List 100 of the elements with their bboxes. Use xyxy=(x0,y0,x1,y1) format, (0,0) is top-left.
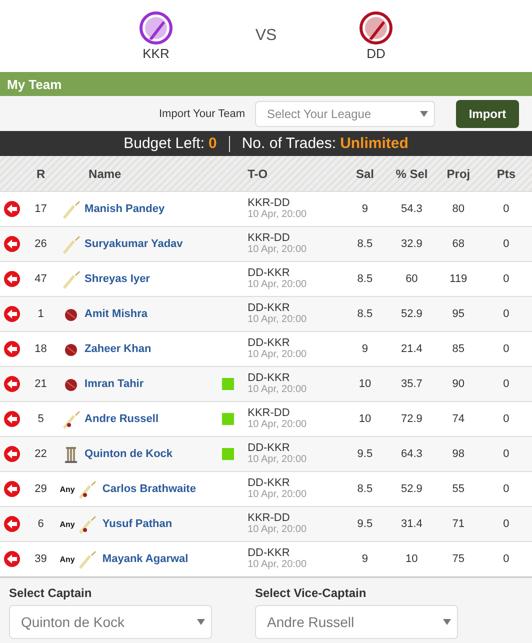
remove-icon[interactable] xyxy=(3,410,21,428)
column-header: Proj xyxy=(446,166,470,180)
selected-percent-cell: 52.9 xyxy=(400,308,422,320)
import-button[interactable]: Import xyxy=(456,100,519,128)
selected-percent-cell: 64.3 xyxy=(400,448,422,460)
column-header: Sal xyxy=(356,166,374,180)
match-time: 10 Apr, 20:00 xyxy=(248,419,308,431)
salary-cell: 8.5 xyxy=(357,483,373,495)
import-label: Import Your Team xyxy=(158,108,245,120)
player-link[interactable]: Andre Russell xyxy=(84,413,158,425)
selected-percent-cell: 35.7 xyxy=(400,378,422,390)
selected-percent-cell: 54.3 xyxy=(400,203,422,215)
rank-cell: 22 xyxy=(34,448,47,460)
rank-cell: 6 xyxy=(38,518,44,530)
salary-cell: 9 xyxy=(362,203,368,215)
points-cell: 0 xyxy=(503,378,510,390)
column-header: T-O xyxy=(248,168,269,180)
points-cell: 0 xyxy=(503,273,510,285)
projected-cell: 119 xyxy=(450,273,468,285)
trades-value: Unlimited xyxy=(340,135,408,152)
salary-cell: 8.5 xyxy=(357,273,373,285)
match-time: 10 Apr, 20:00 xyxy=(248,454,308,466)
match-text: DD-KKR xyxy=(248,372,291,384)
points-cell: 0 xyxy=(503,413,510,425)
remove-icon[interactable] xyxy=(3,305,21,323)
player-link[interactable]: Amit Mishra xyxy=(84,308,148,320)
player-link[interactable]: Yusuf Pathan xyxy=(102,518,172,530)
salary-cell: 9 xyxy=(362,553,368,565)
selected-percent-cell: 21.4 xyxy=(400,343,422,355)
points-cell: 0 xyxy=(503,238,510,250)
any-label: Any xyxy=(60,554,75,564)
match-text: DD-KKR xyxy=(248,442,291,454)
salary-cell: 8.5 xyxy=(357,238,373,250)
player-dropdown[interactable]: Andre Russell xyxy=(255,605,458,639)
dropdown-value: Quinton de Kock xyxy=(21,614,125,630)
player-link[interactable]: Manish Pandey xyxy=(84,203,165,215)
salary-cell: 8.5 xyxy=(357,308,373,320)
remove-icon[interactable] xyxy=(3,550,21,568)
player-link[interactable]: Shreyas Iyer xyxy=(84,273,150,285)
team-name: DD xyxy=(366,46,386,61)
caret-icon xyxy=(443,619,451,625)
match-time: 10 Apr, 20:00 xyxy=(248,384,308,396)
budget-label: Budget Left: xyxy=(124,135,204,152)
any-label: Any xyxy=(60,520,75,528)
player-link[interactable]: Carlos Brathwaite xyxy=(102,483,196,495)
match-time: 10 Apr, 20:00 xyxy=(248,524,308,536)
remove-icon[interactable] xyxy=(3,235,21,253)
caret-icon xyxy=(420,110,428,116)
match-text: DD-KKR xyxy=(248,547,291,559)
column-header: Name xyxy=(88,166,122,180)
vs-label: VS xyxy=(254,27,278,45)
projected-cell: 55 xyxy=(452,483,465,495)
remove-icon[interactable] xyxy=(3,200,21,218)
league-dropdown[interactable]: Select Your League xyxy=(255,100,435,126)
projected-cell: 80 xyxy=(452,203,465,215)
match-text: DD-KKR xyxy=(248,337,291,349)
field-label: Select Captain xyxy=(9,586,93,600)
points-cell: 0 xyxy=(503,483,510,495)
selected-percent-cell: 52.9 xyxy=(400,483,422,495)
match-text: DD-KKR xyxy=(248,477,291,489)
salary-cell: 10 xyxy=(358,378,372,390)
player-dropdown[interactable]: Quinton de Kock xyxy=(9,605,212,639)
selected-percent-cell: 31.4 xyxy=(400,518,422,530)
remove-icon[interactable] xyxy=(3,445,21,463)
player-link[interactable]: Zaheer Khan xyxy=(84,343,152,355)
match-time: 10 Apr, 20:00 xyxy=(248,209,308,221)
salary-cell: 9.5 xyxy=(357,448,373,460)
points-cell: 0 xyxy=(503,203,510,215)
projected-cell: 75 xyxy=(452,553,465,565)
match-time: 10 Apr, 20:00 xyxy=(248,314,308,326)
points-cell: 0 xyxy=(503,518,510,530)
match-text: KKR-DD xyxy=(248,512,291,524)
dropdown-value: Andre Russell xyxy=(267,614,354,630)
match-time: 10 Apr, 20:00 xyxy=(248,559,308,571)
projected-cell: 85 xyxy=(452,343,465,355)
dropdown-placeholder: Select Your League xyxy=(267,106,372,120)
match-text: DD-KKR xyxy=(248,267,291,279)
rank-cell: 18 xyxy=(34,343,47,355)
points-cell: 0 xyxy=(503,343,510,355)
remove-icon[interactable] xyxy=(3,375,21,393)
remove-icon[interactable] xyxy=(3,515,21,533)
section-title: My Team xyxy=(7,76,62,92)
points-cell: 0 xyxy=(503,308,510,320)
projected-cell: 95 xyxy=(452,308,465,320)
match-text: KKR-DD xyxy=(248,407,291,419)
salary-cell: 9.5 xyxy=(357,518,373,530)
salary-cell: 9 xyxy=(362,343,368,355)
any-label: Any xyxy=(60,484,75,494)
rank-cell: 17 xyxy=(34,203,47,215)
rank-cell: 29 xyxy=(34,483,47,495)
projected-cell: 90 xyxy=(452,378,465,390)
projected-cell: 74 xyxy=(452,413,465,425)
remove-icon[interactable] xyxy=(3,340,21,358)
player-link[interactable]: Imran Tahir xyxy=(84,378,144,390)
remove-icon[interactable] xyxy=(3,270,21,288)
player-link[interactable]: Quinton de Kock xyxy=(84,448,173,460)
match-text: KKR-DD xyxy=(248,197,291,209)
player-link[interactable]: Mayank Agarwal xyxy=(102,553,188,565)
player-link[interactable]: Suryakumar Yadav xyxy=(84,238,183,250)
remove-icon[interactable] xyxy=(3,480,21,498)
